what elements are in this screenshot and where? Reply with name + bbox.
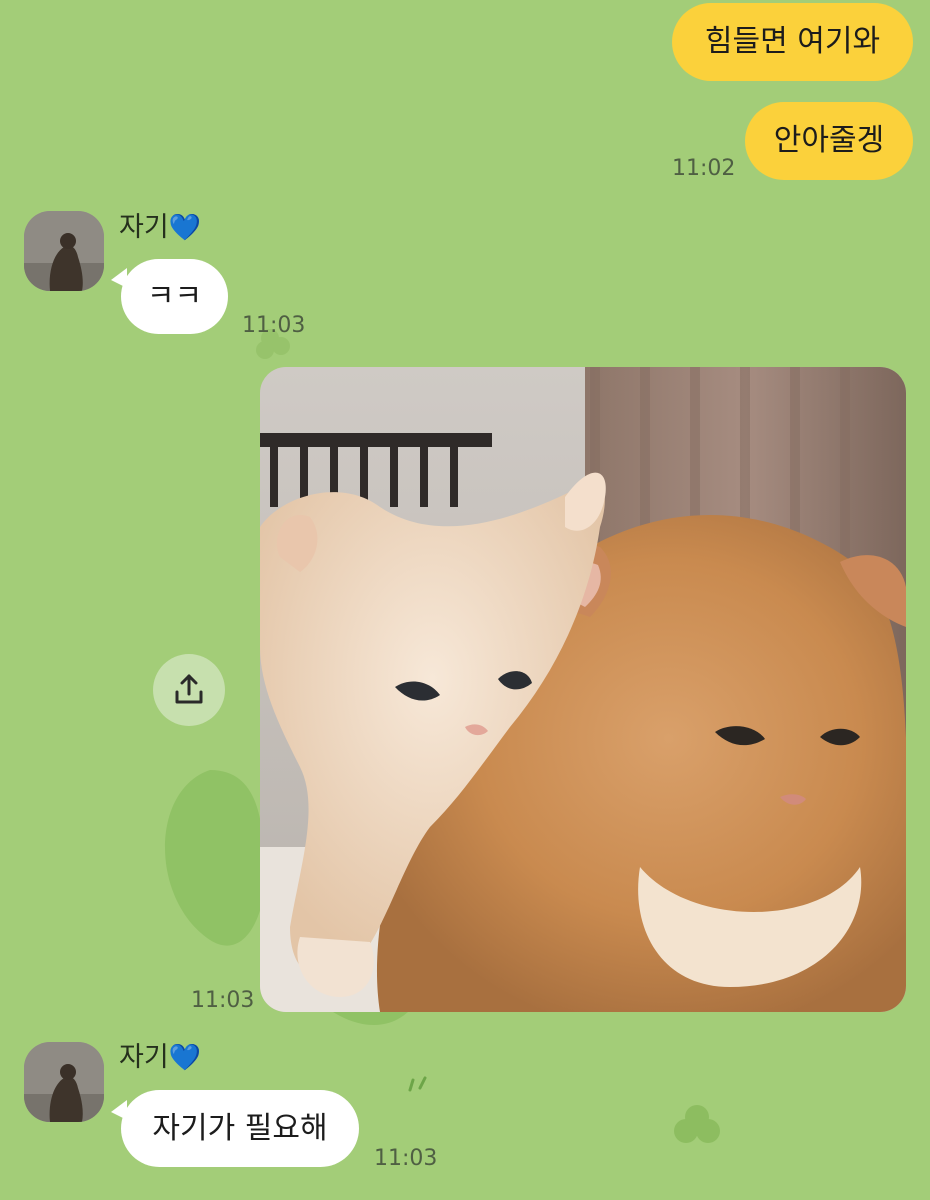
avatar-photo — [24, 211, 104, 291]
other-message-bubble[interactable]: ㅋㅋ — [121, 259, 228, 334]
blue-heart-icon: 💙 — [168, 213, 202, 243]
sender-name: 자기💙 — [119, 1044, 201, 1071]
avatar[interactable] — [24, 211, 104, 291]
avatar[interactable] — [24, 1042, 104, 1122]
message-time: 11:03 — [242, 313, 306, 338]
my-message-bubble[interactable]: 안아줄겡 — [745, 102, 913, 180]
message-time: 11:03 — [191, 988, 255, 1013]
sender-name-text: 자기 — [119, 1042, 169, 1073]
cat-photo-message[interactable] — [260, 367, 906, 1012]
my-message-bubble[interactable]: 힘들면 여기와 — [672, 3, 913, 81]
message-text: 안아줄겡 — [773, 123, 885, 158]
avatar-photo — [24, 1042, 104, 1122]
blue-heart-icon: 💙 — [168, 1043, 202, 1073]
share-button[interactable] — [153, 654, 225, 726]
other-message-bubble[interactable]: 자기가 필요해 — [121, 1090, 359, 1167]
sender-name-text: 자기 — [119, 212, 169, 243]
share-icon — [175, 674, 203, 704]
message-text: 힘들면 여기와 — [704, 24, 881, 59]
cats-image — [260, 367, 906, 1012]
message-text: ㅋㅋ — [146, 278, 203, 314]
message-text: 자기가 필요해 — [152, 1110, 328, 1146]
sender-name: 자기💙 — [119, 214, 201, 241]
message-time: 11:03 — [374, 1146, 438, 1171]
message-time: 11:02 — [672, 156, 736, 181]
